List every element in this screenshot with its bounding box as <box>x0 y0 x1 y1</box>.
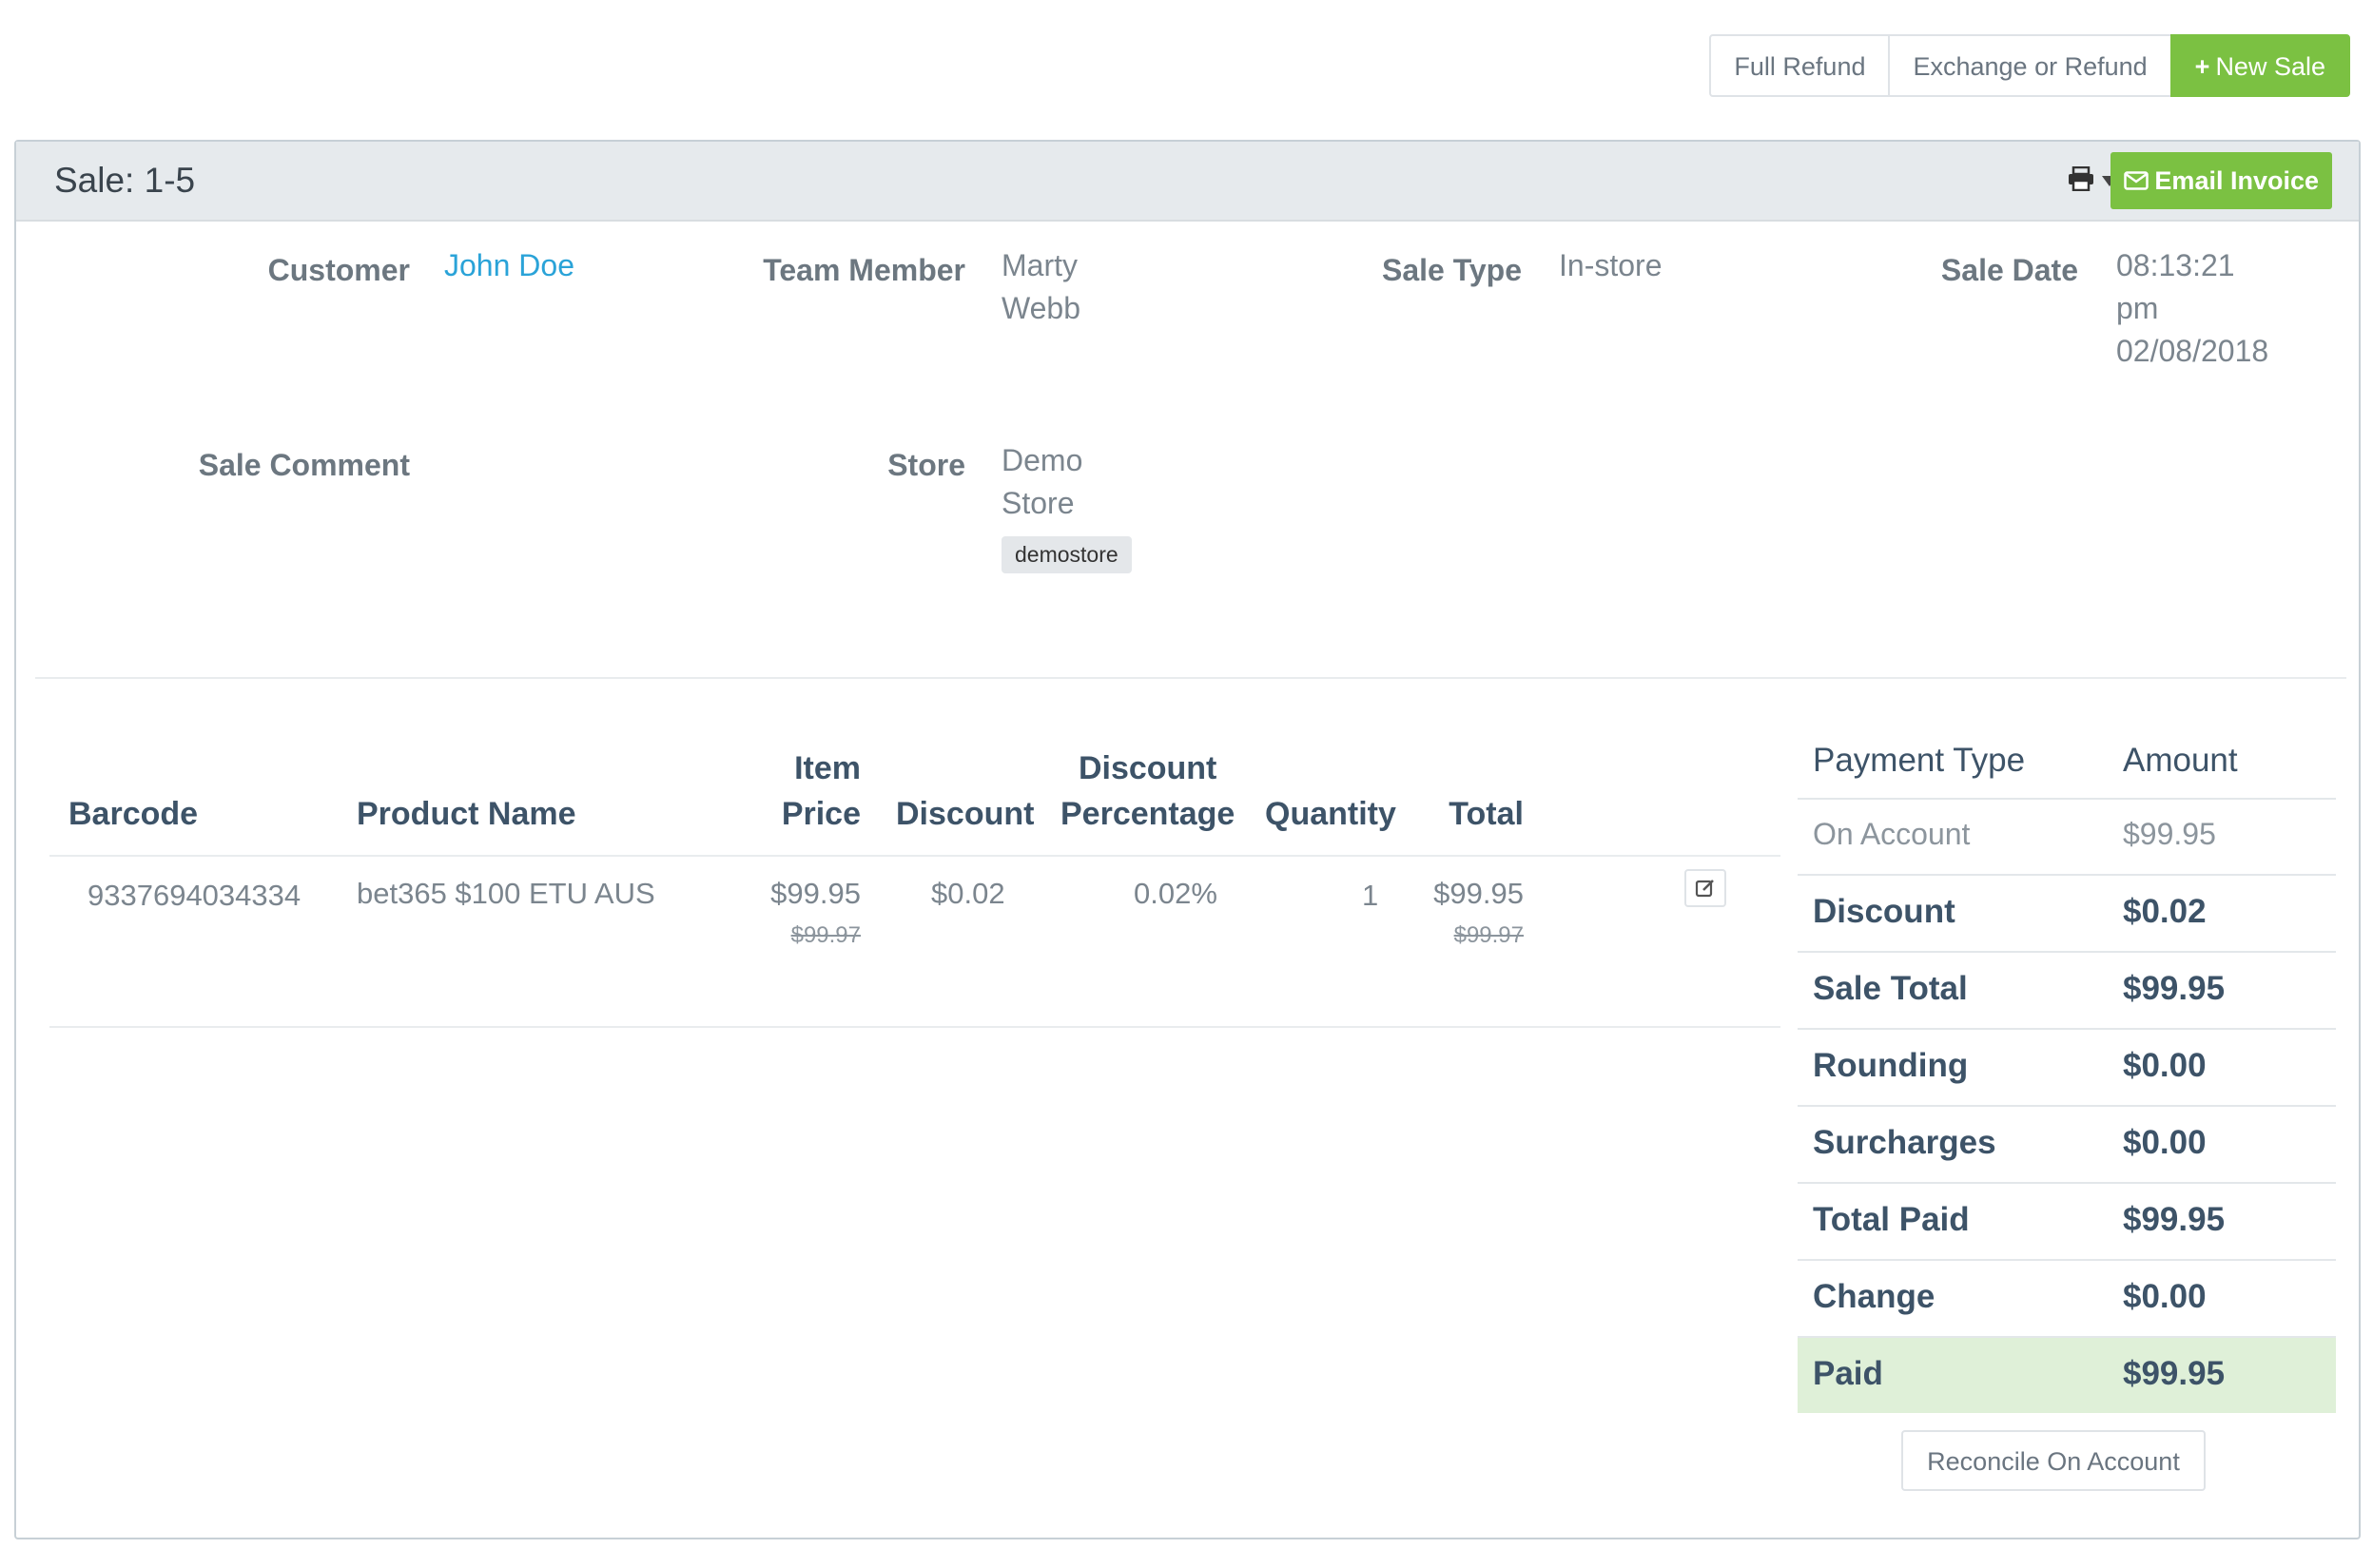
summary-value: $99.95 <box>2123 1355 2226 1392</box>
summary-row-sale-total: Sale Total $99.95 <box>1798 951 2336 1027</box>
team-member-last: Webb <box>1002 291 1081 325</box>
team-member-value: Marty Webb <box>1002 244 1080 330</box>
summary-row-paid: Paid $99.95 <box>1798 1336 2336 1413</box>
customer-label: Customer <box>267 253 410 287</box>
summary-label: Paid <box>1813 1355 1883 1392</box>
col-total: Total <box>1449 796 1524 832</box>
sale-type-value: In-store <box>1559 248 1663 282</box>
payment-type-header: Payment Type <box>1813 742 2026 779</box>
row-barcode: 9337694034334 <box>88 879 301 912</box>
col-item-price-line2: Price <box>781 796 861 832</box>
summary-row-total-paid: Total Paid $99.95 <box>1798 1182 2336 1258</box>
reconcile-on-account-button[interactable]: Reconcile On Account <box>1901 1430 2206 1491</box>
col-product-name: Product Name <box>357 796 576 832</box>
customer-link[interactable]: John Doe <box>444 244 574 287</box>
store-label: Store <box>887 448 965 482</box>
new-sale-label: New Sale <box>2215 52 2325 81</box>
team-member-first: Marty <box>1002 248 1078 282</box>
col-discount-pct-line1: Discount <box>1078 750 1217 786</box>
summary-label: Sale Total <box>1813 970 1968 1007</box>
col-barcode: Barcode <box>68 796 199 832</box>
col-item-price: Item Price <box>782 745 861 837</box>
plus-icon: + <box>2194 52 2210 81</box>
summary-row-change: Change $0.00 <box>1798 1259 2336 1335</box>
summary-row-rounding: Rounding $0.00 <box>1798 1028 2336 1104</box>
panel-header: Sale: 1-5 Email Invoice <box>16 142 2359 222</box>
summary-value: $99.95 <box>2123 970 2226 1007</box>
row-item-price: $99.95 <box>770 877 861 910</box>
summary-label: Discount <box>1813 893 1955 930</box>
sale-date-time: 08:13:21 <box>2116 248 2235 282</box>
col-quantity: Quantity <box>1265 796 1396 832</box>
table-row-divider <box>49 1026 1780 1028</box>
row-item-price-original: $99.97 <box>790 922 861 948</box>
sale-date-label: Sale Date <box>1940 253 2078 287</box>
new-sale-button[interactable]: + New Sale <box>2169 34 2350 97</box>
page-title: Sale: 1-5 <box>54 161 196 200</box>
col-item-price-line1: Item <box>794 750 861 786</box>
col-discount-percentage: Discount Percentage <box>1060 745 1235 837</box>
exchange-or-refund-button[interactable]: Exchange or Refund <box>1888 34 2172 97</box>
summary-value: $0.00 <box>2123 1278 2207 1315</box>
summary-row-discount: Discount $0.02 <box>1798 874 2336 950</box>
summary-label: Change <box>1813 1278 1935 1315</box>
store-name-first: Demo <box>1002 443 1083 477</box>
row-discount: $0.02 <box>931 877 1005 910</box>
sale-type-label: Sale Type <box>1381 253 1522 287</box>
payment-label: On Account <box>1813 817 1971 851</box>
top-action-group: Full Refund Exchange or Refund + New Sale <box>1709 34 2350 97</box>
sale-date-value: 08:13:21 pm 02/08/2018 <box>2116 244 2268 373</box>
sale-comment-label: Sale Comment <box>198 448 410 482</box>
amount-header: Amount <box>2123 742 2238 779</box>
payment-row-on-account: On Account $99.95 <box>1798 798 2336 874</box>
row-product-name: bet365 $100 ETU AUS <box>357 877 655 910</box>
summary-row-surcharges: Surcharges $0.00 <box>1798 1105 2336 1181</box>
row-discount-percentage: 0.02% <box>1134 877 1217 910</box>
col-discount: Discount <box>896 796 1035 832</box>
payment-value: $99.95 <box>2123 817 2216 851</box>
summary-label: Surcharges <box>1813 1124 1996 1161</box>
edit-item-button[interactable] <box>1684 869 1726 907</box>
team-member-label: Team Member <box>763 253 965 287</box>
email-invoice-label: Email Invoice <box>2154 166 2319 195</box>
summary-value: $0.02 <box>2123 893 2207 930</box>
sale-panel: Sale: 1-5 Email Invoice Customer John Do… <box>14 140 2361 1539</box>
table-header-divider <box>49 855 1780 857</box>
envelope-icon <box>2124 171 2149 190</box>
row-quantity: 1 <box>1362 879 1379 912</box>
full-refund-button[interactable]: Full Refund <box>1709 34 1891 97</box>
sale-date-ampm: pm <box>2116 291 2159 325</box>
email-invoice-button[interactable]: Email Invoice <box>2110 152 2332 209</box>
section-divider <box>35 677 2346 679</box>
summary-value: $0.00 <box>2123 1124 2207 1161</box>
store-value: Demo Store <box>1002 439 1082 525</box>
row-total-original: $99.97 <box>1453 922 1524 948</box>
summary-label: Total Paid <box>1813 1201 1970 1238</box>
sale-date-day: 02/08/2018 <box>2116 334 2269 368</box>
store-tag-badge: demostore <box>1002 536 1132 573</box>
row-total: $99.95 <box>1433 877 1524 910</box>
print-icon[interactable] <box>2068 166 2094 191</box>
payment-header-row: Payment Type Amount <box>1798 725 2336 801</box>
store-name-second: Store <box>1002 486 1075 520</box>
summary-value: $0.00 <box>2123 1047 2207 1084</box>
summary-label: Rounding <box>1813 1047 1969 1084</box>
edit-icon <box>1695 880 1714 898</box>
col-discount-pct-line2: Percentage <box>1060 796 1235 832</box>
summary-value: $99.95 <box>2123 1201 2226 1238</box>
